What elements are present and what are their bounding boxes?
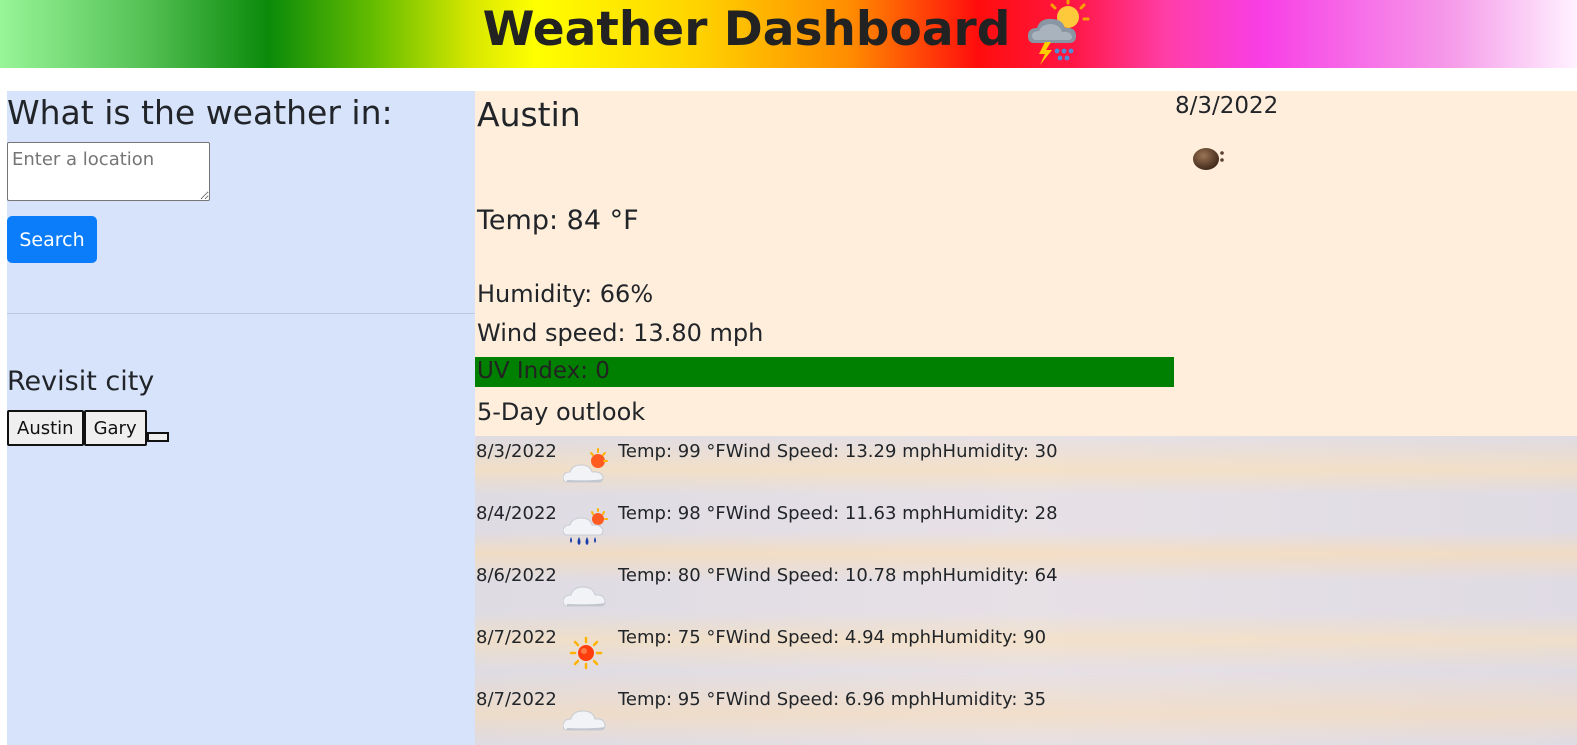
revisit-heading: Revisit city: [7, 366, 155, 397]
header-banner: Weather Dashboard: [0, 0, 1577, 68]
forecast-details: Temp: 99 °FWind Speed: 13.29 mphHumidity…: [618, 441, 1058, 462]
cloud-lightning-sun-icon: [1028, 0, 1090, 65]
forecast-details: Temp: 98 °FWind Speed: 11.63 mphHumidity…: [618, 503, 1058, 524]
city-name: Austin: [477, 95, 581, 134]
forecast-date: 8/3/2022: [476, 441, 557, 462]
outlook-heading: 5-Day outlook: [477, 398, 646, 426]
search-heading: What is the weather in:: [7, 93, 393, 132]
current-temperature: Temp: 84 °F: [477, 205, 639, 236]
search-sidebar: What is the weather in: Search Revisit c…: [7, 91, 475, 745]
current-date: 8/3/2022: [1175, 93, 1279, 119]
sun-icon: [569, 636, 603, 670]
forecast-date: 8/7/2022: [476, 627, 557, 648]
sidebar-divider: [7, 313, 475, 314]
rain-cloud-sun-icon: [563, 508, 608, 545]
location-input[interactable]: [7, 142, 210, 201]
cloud-icon: [563, 710, 606, 731]
current-humidity: Humidity: 66%: [477, 280, 654, 308]
forecast-row: 8/7/2022 Temp: 75 °FWind Speed: 4.94 mph…: [475, 622, 1577, 672]
forecast-details: Temp: 75 °FWind Speed: 4.94 mphHumidity:…: [618, 627, 1047, 648]
current-wind-speed: Wind speed: 13.80 mph: [477, 319, 764, 347]
city-history-list: Austin Gary: [7, 410, 169, 446]
current-weather-panel: Austin 8/3/2022 Temp: 84 °F Humidity: 66…: [475, 91, 1577, 436]
forecast-row: 8/4/2022 Temp: 98 °FWind Speed: 11.63 mp…: [475, 498, 1577, 548]
forecast-date: 8/4/2022: [476, 503, 557, 524]
search-button[interactable]: Search: [7, 216, 97, 263]
history-empty-button[interactable]: [146, 432, 169, 442]
forecast-row: 8/7/2022 Temp: 95 °FWind Speed: 6.96 mph…: [475, 684, 1577, 734]
forecast-details: Temp: 95 °FWind Speed: 6.96 mphHumidity:…: [618, 689, 1047, 710]
history-city-button[interactable]: Austin: [7, 410, 84, 446]
history-city-button[interactable]: Gary: [83, 410, 147, 446]
forecast-row: 8/6/2022 Temp: 80 °FWind Speed: 10.78 mp…: [475, 560, 1577, 610]
forecast-details: Temp: 80 °FWind Speed: 10.78 mphHumidity…: [618, 565, 1058, 586]
uv-index-text: UV Index: 0: [477, 358, 610, 384]
cloud-sun-icon: [563, 448, 608, 483]
uv-index-bar: UV Index: 0: [475, 357, 1174, 387]
forecast-row: 8/3/2022 Temp: 99 °FWind Speed: 13.29 mp…: [475, 436, 1577, 486]
forecast-list: 8/3/2022 Temp: 99 °FWind Speed: 13.29 mp…: [475, 436, 1577, 745]
night-moon-icon: [1193, 148, 1224, 170]
forecast-date: 8/7/2022: [476, 689, 557, 710]
page-title: Weather Dashboard: [482, 1, 1011, 57]
cloud-icon: [563, 586, 606, 607]
forecast-date: 8/6/2022: [476, 565, 557, 586]
